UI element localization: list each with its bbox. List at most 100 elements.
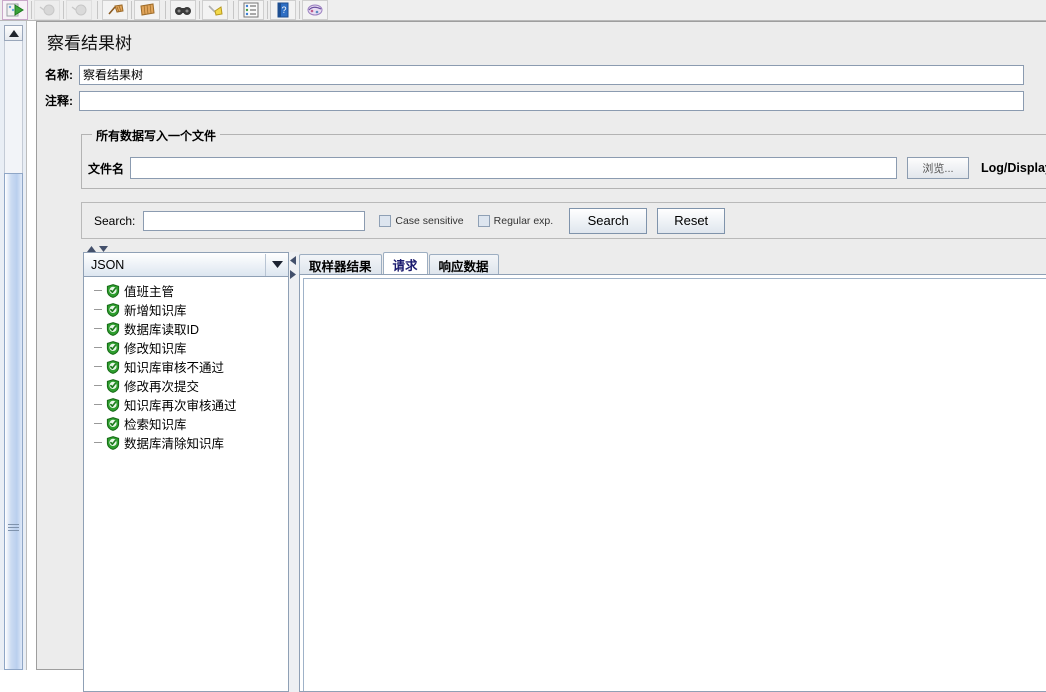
tree-item[interactable]: 检索知识库 xyxy=(84,414,288,433)
vertical-split-divider[interactable] xyxy=(289,252,299,692)
main-vertical-scrollbar[interactable] xyxy=(0,21,27,670)
tree-item[interactable]: 数据库读取ID xyxy=(84,319,288,338)
toolbar-group-run xyxy=(0,0,95,20)
tree-connector xyxy=(94,366,102,367)
search-input[interactable] xyxy=(143,210,366,231)
chevron-down-icon[interactable] xyxy=(265,253,288,276)
start-button[interactable] xyxy=(2,0,28,20)
binoculars-icon xyxy=(174,2,192,18)
success-shield-icon xyxy=(106,397,120,412)
filename-input[interactable] xyxy=(130,157,898,179)
tree-item-label: 知识库再次审核通过 xyxy=(124,399,237,413)
tab-2[interactable]: 响应数据 xyxy=(428,254,499,275)
tree-item[interactable]: 知识库审核不通过 xyxy=(84,357,288,376)
log-viewer-button[interactable] xyxy=(238,0,264,20)
results-tree-list[interactable]: 值班主管新增知识库 数据库读取ID 修改知识库知识库审核不通过 修改再次提交知识库再次… xyxy=(84,277,288,691)
tab-strip: 取样器结果 请求 响应数据 xyxy=(299,252,1046,275)
tree-connector xyxy=(94,404,102,405)
tree-connector xyxy=(94,290,102,291)
success-shield-icon xyxy=(106,302,120,317)
success-shield-icon xyxy=(106,416,120,431)
search-label: Search: xyxy=(94,213,136,228)
horizontal-split-divider[interactable] xyxy=(81,239,1046,252)
toolbar-separator xyxy=(63,1,64,19)
broom-icon xyxy=(106,2,124,18)
comment-input[interactable] xyxy=(79,90,1024,111)
toolbar-separator xyxy=(97,1,98,19)
clear-all-button[interactable] xyxy=(134,0,160,20)
svg-text:?: ? xyxy=(281,5,286,15)
tree-item[interactable]: 知识库再次审核通过 xyxy=(84,395,288,414)
name-label: 名称: xyxy=(45,68,73,82)
view-results-tree-panel: 察看结果树 名称: 注释: 所有数据写入一个文件 文件名 浏览... Log/D… xyxy=(36,21,1046,692)
search-bar: Search: Case sensitive Regular exp. Sear… xyxy=(81,202,1046,239)
case-sensitive-checkbox[interactable]: Case sensitive xyxy=(379,214,464,227)
browse-button[interactable]: 浏览... xyxy=(907,157,970,179)
toolbar-separator xyxy=(131,1,132,19)
help-button[interactable]: ? xyxy=(270,0,296,20)
scrollbar-up-button[interactable] xyxy=(4,25,23,41)
clear-button[interactable] xyxy=(102,0,128,20)
tree-item[interactable]: 修改知识库 xyxy=(84,338,288,357)
tree-item[interactable]: 新增知识库 xyxy=(84,300,288,319)
success-shield-icon xyxy=(106,283,120,298)
success-shield-icon xyxy=(106,340,120,355)
toolbar-separator xyxy=(31,1,32,19)
tree-connector xyxy=(94,328,102,329)
success-shield-icon xyxy=(106,378,120,393)
toolbar-group-clear xyxy=(100,0,163,20)
tree-item-label: 知识库审核不通过 xyxy=(124,361,225,375)
name-input[interactable] xyxy=(79,64,1024,85)
triangle-right-icon[interactable] xyxy=(290,268,296,282)
renderer-select[interactable]: JSON xyxy=(84,253,288,277)
toolbar-separator xyxy=(199,1,200,19)
result-tabs-panel: 取样器结果 请求 响应数据 xyxy=(299,252,1046,692)
tree-connector xyxy=(94,442,102,443)
log-display-label: Log/Display xyxy=(981,161,1046,175)
name-field-row: 名称: xyxy=(45,64,1040,85)
toolbar-group-search xyxy=(168,0,231,20)
toolbar-separator xyxy=(299,1,300,19)
comment-field-row: 注释: xyxy=(45,90,1040,111)
reset-button[interactable]: Reset xyxy=(657,207,726,234)
tree-item-label: 新增知识库 xyxy=(124,304,187,318)
yellow-broom-icon xyxy=(206,2,224,18)
stop-icon xyxy=(38,2,56,18)
tree-connector xyxy=(94,423,102,424)
search-toolbar-button[interactable] xyxy=(170,0,196,20)
success-shield-icon xyxy=(106,321,120,336)
triangle-left-icon[interactable] xyxy=(290,254,296,268)
tab-content-text[interactable] xyxy=(303,278,1046,691)
search-button[interactable]: Search xyxy=(569,207,648,234)
tab-1[interactable]: 请求 xyxy=(382,252,428,275)
tree-item[interactable]: 数据库清除知识库 xyxy=(84,433,288,452)
function-helper-button[interactable] xyxy=(302,0,328,20)
regular-exp-checkbox[interactable]: Regular exp. xyxy=(477,214,554,227)
toolbar-separator xyxy=(267,1,268,19)
shutdown-button[interactable] xyxy=(66,0,92,20)
split-collapse-arrows-vertical[interactable] xyxy=(290,254,296,282)
function-helper-icon xyxy=(306,2,324,18)
results-tree-panel: JSON 值班主管新增知识库 数据库读取ID 修改知识库知识库审核不通过 修改再次提交… xyxy=(83,252,289,692)
shutdown-icon xyxy=(70,2,88,18)
tree-connector xyxy=(94,385,102,386)
tree-item-label: 值班主管 xyxy=(124,285,175,299)
scrollbar-thumb[interactable] xyxy=(4,173,23,670)
reset-search-button[interactable] xyxy=(202,0,228,20)
filename-row: 文件名 浏览... Log/Display xyxy=(88,157,1046,179)
regular-exp-label: Regular exp. xyxy=(493,214,554,227)
tree-item-label: 修改知识库 xyxy=(124,342,187,356)
tree-item[interactable]: 值班主管 xyxy=(84,281,288,300)
tab-content-panel xyxy=(299,274,1046,692)
stop-button[interactable] xyxy=(34,0,60,20)
tree-item-label: 修改再次提交 xyxy=(124,380,200,394)
success-shield-icon xyxy=(106,435,120,450)
tree-item[interactable]: 修改再次提交 xyxy=(84,376,288,395)
tab-0[interactable]: 取样器结果 xyxy=(299,254,382,275)
tree-connector xyxy=(94,309,102,310)
page-title: 察看结果树 xyxy=(47,34,132,53)
toolbar-group-tools: ? xyxy=(236,0,331,20)
start-icon xyxy=(6,2,24,18)
write-all-data-to-file-group: 所有数据写入一个文件 文件名 浏览... Log/Display xyxy=(81,127,1046,189)
log-list-icon xyxy=(242,2,260,18)
